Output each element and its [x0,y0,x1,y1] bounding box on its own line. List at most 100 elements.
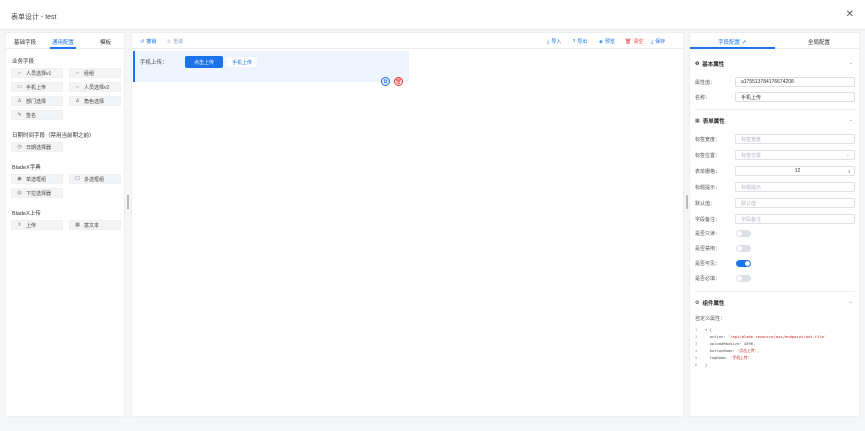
palette-item[interactable]: ✎ 签名 [11,110,63,120]
save-button[interactable]: ⤓ 保存 [651,38,665,46]
property-input[interactable]: 默认值 [735,198,855,208]
palette-item-label: 签名 [26,112,37,119]
palette-item[interactable]: ◷ 日期选择器 [11,142,63,152]
property-label: 自定义属性： [695,316,726,322]
code-editor[interactable]: 1 ▾ { 2 action: '/api/blade-resource/oss/e… [695,327,856,387]
active-tab-indicator [690,47,775,49]
field-palette: 基础字段 通用配置 模板 业务字段 ⇔ 人员选择v1 ⇔ 经组 ▭ 手机上传 ⇔ 人员选择v2 ♙… [5,32,126,417]
palette-item[interactable]: ▭ 手机上传 [11,82,63,92]
select-icon: ◎ [17,190,22,196]
palette-item-label: 人员选择v2 [84,84,110,91]
tab-basic-fields[interactable]: 基础字段 [14,38,36,46]
export-button[interactable]: ⤒ 导出 [573,38,587,46]
palette-item-label: 经组 [84,70,95,77]
title-bar: 表单设计 - test ✕ [0,0,865,30]
redo-icon: ↻ [167,38,172,45]
preview-button[interactable]: ◈ 预览 [599,38,615,46]
chevron-down-icon[interactable]: ⌄ [849,299,853,305]
property-label: 默认值： [695,201,716,207]
property-input[interactable]: 标签位置 ⌄ [735,150,855,160]
palette-item-label: 下拉选择器 [26,190,52,197]
toggle-switch[interactable] [736,245,751,252]
redo-button[interactable]: ↻ 重做 [167,38,184,46]
export-icon: ⤒ [573,38,576,45]
copy-icon[interactable]: ⧉ [381,77,390,86]
palette-item[interactable]: ♙ 部门选择 [11,96,63,106]
property-input[interactable]: a175513784176674208 [735,77,855,87]
code-value: 4096, [743,341,756,346]
property-label: 属性值： [695,80,716,86]
property-input[interactable]: 标题提示 [735,182,855,192]
property-label: 字段备注： [695,217,721,223]
tab-field-config[interactable]: 字段配置 ↗ [718,38,746,46]
form-designer-window: 表单设计 - test ✕ 基础字段 通用配置 模板 业务字段 ⇔ 人员选择v1 ⇔ 经… [0,0,865,431]
tab-template[interactable]: 模板 [100,38,111,46]
section-title[interactable]: ⚙ 组件属性 [695,299,725,307]
stepper-icon[interactable]: ⇕ [848,169,851,174]
group-title: BladeX上传 [12,211,41,217]
toggle-switch[interactable] [736,260,751,267]
left-splitter[interactable] [127,195,129,209]
toolbar-label: 预览 [604,39,615,45]
toolbar-label: 重做 [173,39,184,45]
property-label: 标签位置： [695,153,721,159]
chevron-down-icon[interactable]: ⌄ [849,117,853,123]
palette-item-label: 单选框组 [26,176,47,183]
property-label: 是否可见： [695,261,721,267]
settings-icon: ⚙ [695,300,700,306]
undo-button[interactable]: ↺ 撤销 [140,38,156,46]
chevron-down-icon[interactable]: ⌄ [849,60,853,66]
property-input[interactable]: 12 ⇕ [735,166,855,176]
palette-item[interactable]: ◉ 单选框组 [11,174,63,184]
code-line: 1 ▾ { [695,327,712,332]
section-title[interactable]: ▦ 表单属性 [695,117,725,125]
clear-button[interactable]: 🗑 清空 [625,38,643,46]
divider [695,109,855,110]
property-label: 标题提示： [695,185,721,191]
right-splitter[interactable] [686,195,688,209]
close-icon[interactable]: ✕ [846,9,854,20]
toggle-switch[interactable] [736,230,751,237]
tab-global-config[interactable]: 全局配置 [808,38,830,46]
palette-item[interactable]: ⇪ 上传 [11,220,63,230]
role-icon: ♙ [75,98,80,104]
palette-item[interactable]: ☐ 多选框组 [69,174,121,184]
sign-icon: ✎ [17,112,22,118]
palette-item[interactable]: ◎ 下拉选择器 [11,188,63,198]
palette-item[interactable]: ⇔ 人员选择v1 [11,68,63,78]
section-title-text: 表单属性 [702,119,725,125]
user-icon: ⇔ [17,70,22,76]
code-key: tagName: [705,355,731,360]
org-icon: ♙ [17,98,22,104]
palette-item-label: 上传 [26,222,37,229]
group-title: 日期时间字段（禁用当前期之前） [12,133,95,139]
delete-icon[interactable]: 🗑 [394,77,403,86]
code-line: 4 buttonName: '点击上传', [695,348,759,354]
palette-item[interactable]: ▦ 富文本 [69,220,121,230]
palette-item[interactable]: ⇔ 人员选择v2 [69,82,121,92]
property-label: 是否禁用： [695,246,721,252]
property-label: 名称： [695,95,711,101]
code-line: 2 action: '/api/blade-resource/oss/endpo… [695,334,826,339]
palette-item[interactable]: ⇔ 经组 [69,68,121,78]
window-title: 表单设计 - test [11,14,57,21]
toggle-switch[interactable] [736,275,751,282]
palette-item-label: 角色选择 [84,98,105,105]
property-input[interactable]: 标签宽度 [735,134,855,144]
undo-icon: ↺ [140,38,145,45]
code-string: '手机上传' [730,355,750,360]
palette-item[interactable]: ♙ 角色选择 [69,96,121,106]
section-title[interactable]: ❶ 基本属性 [695,60,724,68]
import-button[interactable]: ⤓ 导入 [547,38,561,46]
property-input[interactable]: 字段备注 [735,214,855,224]
form-item-mobile-upload[interactable]: 手机上传： 点击上传 手机上传 ⧉ 🗑 [133,51,409,86]
upload-button[interactable]: 点击上传 [185,56,223,68]
group-title: 业务字段 [12,59,35,65]
tab-common-config[interactable]: 通用配置 [52,38,74,46]
code-line: 5 tagName: '手机上传' [695,355,750,361]
property-input[interactable]: 手机上传 [735,92,855,102]
field-tag: 手机上传 [227,57,257,67]
palette-item-label: 富文本 [84,222,100,229]
code-string: '/api/blade-resource/oss/endpoint/put-fi… [727,334,827,339]
field-label: 手机上传： [140,60,168,66]
